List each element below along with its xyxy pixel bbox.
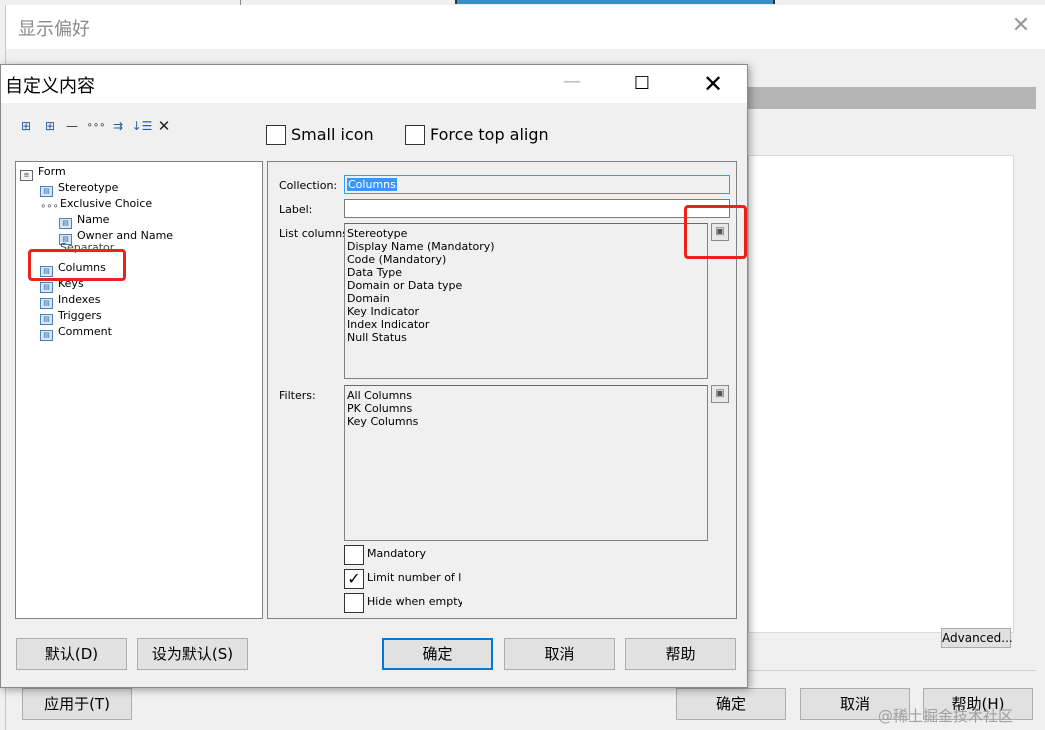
tree-item-name[interactable]: ▤ Name <box>59 212 109 229</box>
tree-item-stereotype[interactable]: ▤ Stereotype <box>40 180 118 197</box>
set-default-button[interactable]: 设为默认(S) <box>137 638 248 670</box>
help-button[interactable]: 帮助 <box>625 638 736 670</box>
mandatory-checkbox[interactable] <box>344 545 364 565</box>
highlight-columns-box <box>28 249 126 281</box>
bg-content-panel: Advanced... <box>748 155 1014 648</box>
tree-item-indexes[interactable]: ▤ Indexes <box>40 292 100 309</box>
force-top-align-checkbox-row[interactable]: Force top align <box>405 125 555 147</box>
list-item[interactable]: PK Columns <box>347 402 705 415</box>
list-item[interactable]: Stereotype <box>347 227 705 240</box>
small-icon-label: Small icon <box>291 125 374 144</box>
limit-lines-label: Limit number of lines <box>367 571 462 584</box>
list-item[interactable]: Key Indicator <box>347 305 705 318</box>
edit-filters-icon[interactable]: ▣ <box>711 385 729 403</box>
cancel-button[interactable]: 取消 <box>504 638 615 670</box>
close-icon[interactable]: ✕ <box>697 68 729 100</box>
apply-to-button[interactable]: 应用于(T) <box>22 688 132 720</box>
list-columns-box[interactable]: Stereotype Display Name (Mandatory) Code… <box>344 223 708 379</box>
list-item[interactable]: Index Indicator <box>347 318 705 331</box>
bg-window-title: 显示偏好 <box>18 19 90 40</box>
maximize-icon[interactable]: ☐ <box>627 69 657 99</box>
customize-content-dialog: 自定义内容 — ☐ ✕ ⊞ ⊞ — ∘∘∘ ⇉ ↓☰ ✕ Small icon … <box>0 64 748 688</box>
hide-when-empty-checkbox[interactable] <box>344 593 364 613</box>
small-icon-checkbox[interactable] <box>266 125 286 145</box>
background-app-strip <box>455 0 775 4</box>
hide-when-empty-label: Hide when empty <box>367 595 462 608</box>
dialog-title: 自定义内容 <box>5 76 95 97</box>
add-columns-icon[interactable]: ⇉ <box>109 117 127 135</box>
add-group-icon[interactable]: ⊞ <box>41 117 59 135</box>
list-item[interactable]: Data Type <box>347 266 705 279</box>
watermark: @稀土掘金技术社区 <box>878 707 1014 725</box>
add-attribute-icon[interactable]: ⊞ <box>17 117 35 135</box>
list-item[interactable]: Null Status <box>347 331 705 344</box>
collection-field[interactable]: Columns <box>344 175 730 194</box>
attribute-icon: ▤ <box>40 330 53 341</box>
advanced-button[interactable]: Advanced... <box>941 628 1013 648</box>
sort-icon[interactable]: ↓☰ <box>131 117 153 135</box>
highlight-edit-button-box <box>684 205 747 259</box>
list-columns-label: List columns: <box>279 227 352 240</box>
bg-header-bar <box>748 87 1036 109</box>
list-item[interactable]: Key Columns <box>347 415 705 428</box>
add-separator-icon[interactable]: — <box>63 117 81 135</box>
force-top-align-checkbox[interactable] <box>405 125 425 145</box>
mandatory-label: Mandatory <box>367 547 427 560</box>
tree-item-form[interactable]: ≡ Form <box>20 164 66 181</box>
dialog-titlebar: 自定义内容 — ☐ ✕ <box>1 65 747 103</box>
filters-box[interactable]: All Columns PK Columns Key Columns <box>344 385 708 541</box>
collection-label: Collection: <box>279 179 338 192</box>
bg-titlebar: 显示偏好 ✕ <box>6 5 1045 49</box>
list-item[interactable]: All Columns <box>347 389 705 402</box>
label-field[interactable] <box>344 199 730 218</box>
tree-item-exclusive-choice[interactable]: ∘∘∘Exclusive Choice <box>40 196 152 212</box>
filters-label: Filters: <box>279 389 316 402</box>
bg-ok-button[interactable]: 确定 <box>676 688 786 720</box>
minimize-icon[interactable]: — <box>557 69 587 99</box>
ok-button[interactable]: 确定 <box>382 638 493 670</box>
add-choice-icon[interactable]: ∘∘∘ <box>85 117 107 135</box>
tree-item-triggers[interactable]: ▤ Triggers <box>40 308 102 325</box>
small-icon-checkbox-row[interactable]: Small icon <box>266 125 376 147</box>
list-item[interactable]: Code (Mandatory) <box>347 253 705 266</box>
delete-icon[interactable]: ✕ <box>155 117 173 135</box>
toolbar: ⊞ ⊞ — ∘∘∘ ⇉ ↓☰ ✕ <box>17 117 187 137</box>
limit-lines-checkbox[interactable]: ✓ <box>344 569 364 589</box>
list-item[interactable]: Domain or Data type <box>347 279 705 292</box>
label-label: Label: <box>279 203 313 216</box>
default-button[interactable]: 默认(D) <box>16 638 127 670</box>
tree-item-comment[interactable]: ▤ Comment <box>40 324 112 341</box>
choice-icon: ∘∘∘ <box>40 201 59 212</box>
list-item[interactable]: Display Name (Mandatory) <box>347 240 705 253</box>
bg-close-icon[interactable]: ✕ <box>1008 13 1034 39</box>
list-item[interactable]: Domain <box>347 292 705 305</box>
form-icon: ≡ <box>20 170 33 181</box>
properties-panel: Collection: Columns Label: List columns:… <box>267 161 737 619</box>
form-tree[interactable]: ≡ Form ▤ Stereotype ∘∘∘Exclusive Choice ▤ N… <box>15 161 263 619</box>
force-top-align-label: Force top align <box>430 125 549 144</box>
